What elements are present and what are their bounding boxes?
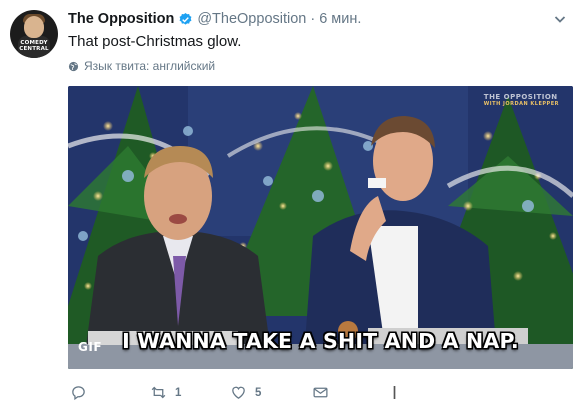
- like-button[interactable]: 5: [230, 384, 261, 401]
- gif-badge: GIF: [78, 340, 103, 354]
- retweet-icon: [151, 386, 166, 399]
- reply-icon: [72, 386, 85, 401]
- tweet-timestamp[interactable]: · 6 мин.: [310, 11, 361, 27]
- like-count: 5: [255, 386, 262, 399]
- tweet-text: That post-Christmas glow.: [68, 33, 242, 50]
- gif-caption: I WANNA TAKE A SHIT AND A NAP.: [122, 329, 519, 353]
- language-note[interactable]: Язык твита: английский: [68, 59, 215, 73]
- tweet-header: The Opposition @TheOpposition · 6 мин.: [68, 9, 361, 29]
- avatar-logo: COMEDY CENTRAL: [19, 40, 49, 52]
- direct-message-button[interactable]: [312, 384, 329, 401]
- envelope-icon: [313, 387, 328, 398]
- author-handle[interactable]: @TheOpposition: [197, 11, 306, 27]
- tweet-actions: 1 5: [68, 384, 568, 408]
- author-name[interactable]: The Opposition: [68, 11, 174, 27]
- retweet-count: 1: [175, 386, 182, 399]
- heart-icon: [232, 386, 245, 399]
- avatar[interactable]: COMEDY CENTRAL: [10, 10, 58, 58]
- gif-media[interactable]: THE OPPOSITION WITH JORDAN KLEPPER I WAN…: [68, 86, 573, 369]
- language-note-text: Язык твита: английский: [84, 59, 216, 73]
- video-watermark: THE OPPOSITION WITH JORDAN KLEPPER: [483, 93, 559, 107]
- verified-badge-icon: [179, 12, 192, 25]
- reply-button[interactable]: [70, 384, 95, 401]
- gif-frame: [68, 86, 573, 369]
- text-cursor-icon: I: [392, 383, 398, 403]
- globe-icon: [68, 61, 79, 71]
- retweet-button[interactable]: 1: [150, 384, 181, 401]
- chevron-down-icon[interactable]: [553, 12, 567, 26]
